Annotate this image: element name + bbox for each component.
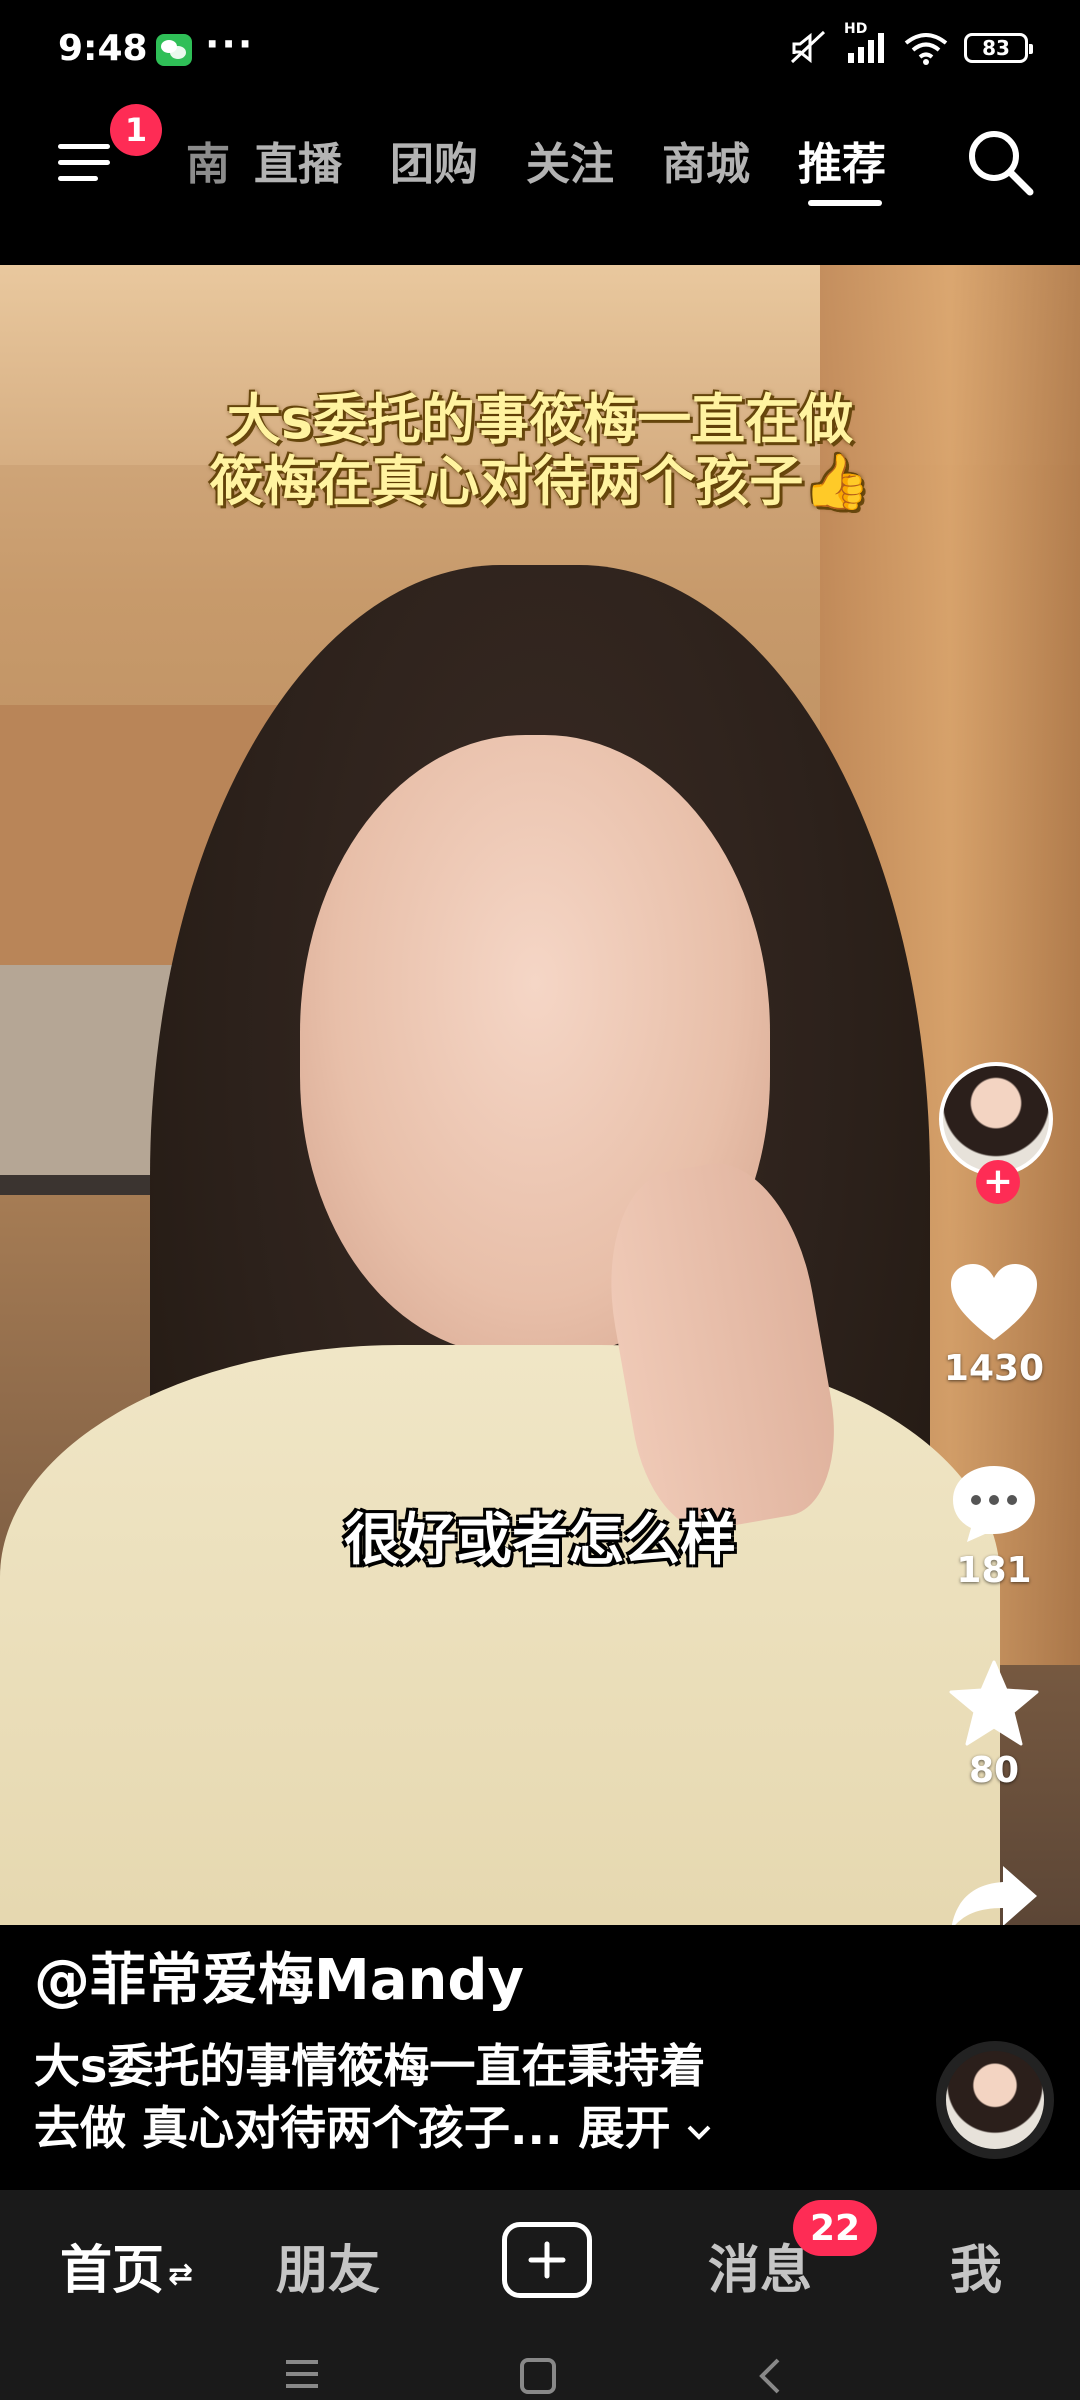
- signal-icon: HD: [844, 21, 888, 65]
- messages-badge: 22: [793, 2200, 877, 2256]
- status-bar: 9:48 ··· HD 83: [0, 0, 1080, 100]
- expand-button[interactable]: 展开: [578, 2101, 712, 2155]
- menu-button[interactable]: [54, 132, 118, 192]
- network-label: HD: [844, 21, 868, 37]
- more-notifications-icon: ···: [205, 22, 255, 66]
- home-icon[interactable]: [518, 2356, 558, 2396]
- top-nav: 1 南 直播 团购 关注 商城 推荐: [0, 100, 1080, 265]
- like-count: 1430: [943, 1348, 1045, 1389]
- description-line2: 去做 真心对待两个孩子...: [34, 2101, 563, 2155]
- comment-icon: [953, 1466, 1035, 1542]
- video-subtitle: 很好或者怎么样: [344, 1508, 736, 1573]
- tab-group-buy[interactable]: 团购: [366, 128, 502, 192]
- share-icon: [951, 1866, 1037, 1930]
- author-avatar[interactable]: [939, 1062, 1053, 1176]
- video-player[interactable]: 大s委托的事筱梅一直在做 筱梅在真心对待两个孩子👍 很好或者怎么样: [0, 265, 1080, 1925]
- star-icon: [949, 1660, 1039, 1746]
- heart-icon: [951, 1264, 1037, 1340]
- favorite-button[interactable]: 80: [924, 1660, 1064, 1791]
- follow-button[interactable]: +: [976, 1160, 1020, 1204]
- video-caption: @菲常爱梅Mandy 大s委托的事情筱梅一直在秉持着 去做 真心对待两个孩子..…: [0, 1925, 1080, 2190]
- author-name[interactable]: @菲常爱梅Mandy: [34, 1935, 524, 2016]
- recents-icon[interactable]: [282, 2356, 322, 2392]
- tab-mall[interactable]: 商城: [638, 128, 774, 192]
- tab-local[interactable]: 南: [150, 128, 230, 192]
- tab-live[interactable]: 直播: [230, 128, 366, 192]
- favorite-count: 80: [968, 1750, 1020, 1791]
- bottom-nav: 首页 ⇄ 朋友 消息 22 我: [0, 2190, 1080, 2330]
- battery-icon: 83: [964, 33, 1033, 63]
- like-button[interactable]: 1430: [924, 1262, 1064, 1389]
- nav-me[interactable]: 我: [950, 2228, 1002, 2303]
- wifi-icon: [904, 33, 948, 65]
- status-time: 9:48: [58, 28, 148, 69]
- back-icon[interactable]: [754, 2356, 784, 2396]
- description-line1: 大s委托的事情筱梅一直在秉持着: [34, 2039, 706, 2093]
- status-icons: HD 83: [788, 21, 1033, 68]
- chevron-down-icon: [688, 2125, 711, 2140]
- battery-level: 83: [982, 36, 1010, 60]
- nav-friends[interactable]: 朋友: [276, 2228, 380, 2303]
- tab-recommended[interactable]: 推荐: [774, 128, 910, 206]
- comment-count: 181: [956, 1550, 1032, 1591]
- mute-icon: [790, 30, 826, 64]
- video-overlay-title-line2: 筱梅在真心对待两个孩子👍: [209, 450, 871, 513]
- system-nav-bar: [0, 2330, 1080, 2400]
- expand-label: 展开: [578, 2101, 671, 2155]
- swap-icon: ⇄: [168, 2256, 194, 2292]
- nav-home[interactable]: 首页 ⇄: [60, 2228, 193, 2303]
- menu-icon: [58, 144, 110, 149]
- nav-tabs: 南 直播 团购 关注 商城 推荐: [150, 128, 910, 206]
- wechat-icon: [156, 34, 192, 66]
- create-button[interactable]: [502, 2222, 592, 2298]
- search-icon: [969, 131, 1034, 196]
- music-disc[interactable]: [936, 2041, 1054, 2159]
- tab-following[interactable]: 关注: [502, 128, 638, 192]
- nav-home-label: 首页: [60, 2241, 165, 2301]
- comment-button[interactable]: 181: [924, 1462, 1064, 1591]
- search-button[interactable]: [960, 122, 1040, 202]
- plus-icon: [528, 2241, 566, 2279]
- video-description: 大s委托的事情筱梅一直在秉持着 去做 真心对待两个孩子... 展开: [34, 2035, 834, 2159]
